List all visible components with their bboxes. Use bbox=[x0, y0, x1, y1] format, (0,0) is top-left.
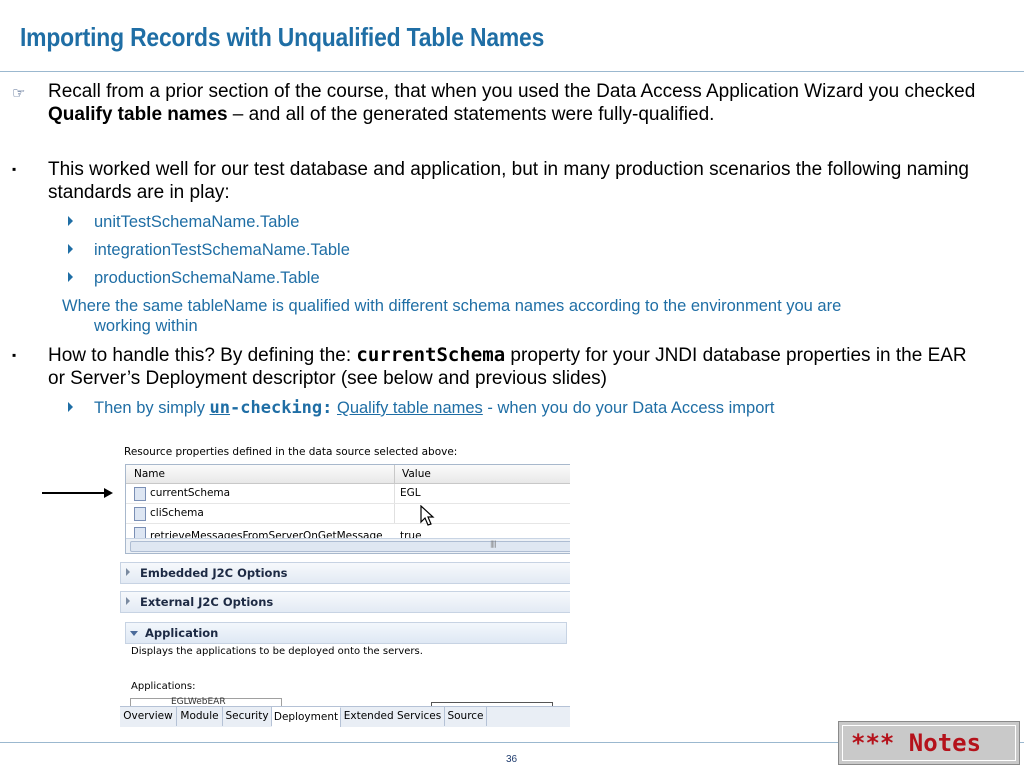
section-title: External J2C Options bbox=[140, 595, 274, 609]
chevron-down-icon bbox=[130, 631, 138, 636]
property-name: cliSchema bbox=[150, 507, 204, 519]
uncheck-pre: Then by simply bbox=[94, 399, 210, 417]
resource-properties-table: Name Value currentSchema EGL cliSchema r… bbox=[125, 464, 570, 554]
column-header-value[interactable]: Value bbox=[402, 468, 431, 480]
property-value: EGL bbox=[400, 487, 421, 499]
table-row[interactable]: currentSchema EGL bbox=[126, 484, 570, 504]
sub-bullet-unit: unitTestSchemaName.Table bbox=[68, 212, 300, 232]
section-external-j2c[interactable]: External J2C Options bbox=[120, 591, 570, 613]
tab-deployment[interactable]: Deployment bbox=[272, 707, 341, 727]
tab-overview[interactable]: Overview bbox=[120, 707, 177, 726]
tab-extended-services[interactable]: Extended Services bbox=[341, 707, 445, 726]
table-row[interactable]: cliSchema bbox=[126, 504, 570, 524]
sub-bullet-uncheck: Then by simply un-checking: Qualify tabl… bbox=[68, 398, 775, 418]
table-row[interactable]: retrieveMessagesFromServerOnGetMessage t… bbox=[126, 524, 570, 539]
property-name: currentSchema bbox=[150, 487, 231, 499]
notes-button[interactable]: *** Notes bbox=[838, 721, 1020, 765]
tab-security[interactable]: Security bbox=[223, 707, 272, 726]
bullet-how-to-text: How to handle this? By defining the: bbox=[48, 345, 357, 366]
sub-bullet-label: unitTestSchemaName.Table bbox=[94, 213, 300, 231]
qualify-table-names-link: Qualify table names bbox=[336, 399, 483, 417]
property-icon bbox=[134, 507, 146, 521]
tab-source[interactable]: Source bbox=[445, 707, 487, 726]
page-title: Importing Records with Unqualified Table… bbox=[20, 22, 545, 52]
bullet-recall-text: Recall from a prior section of the cours… bbox=[48, 81, 976, 102]
uncheck-un: un bbox=[209, 398, 231, 418]
horizontal-scrollbar[interactable]: |||| bbox=[126, 538, 570, 553]
uncheck-checking: -checking: bbox=[230, 398, 333, 418]
triangle-bullet-icon bbox=[68, 402, 73, 412]
schema-note-line1: Where the same tableName is qualified wi… bbox=[62, 297, 842, 315]
pointing-hand-icon: ☞ bbox=[12, 85, 26, 102]
applications-label: Applications: bbox=[131, 681, 196, 692]
table-header: Name Value bbox=[126, 465, 570, 484]
uncheck-post: - when you do your Data Access import bbox=[482, 399, 775, 417]
section-embedded-j2c[interactable]: Embedded J2C Options bbox=[120, 562, 570, 584]
bullet-production: ▪ This worked well for our test database… bbox=[12, 158, 988, 204]
bullet-production-text: This worked well for our test database a… bbox=[48, 159, 969, 203]
section-title: Application bbox=[145, 626, 219, 640]
page-number: 36 bbox=[506, 754, 518, 765]
bullet-recall-tail: – and all of the generated statements we… bbox=[227, 104, 715, 125]
current-schema-code: currentSchema bbox=[356, 344, 506, 366]
application-description: Displays the applications to be deployed… bbox=[131, 646, 423, 657]
editor-tabs: Overview Module Security Deployment Exte… bbox=[120, 706, 570, 727]
mouse-cursor-icon bbox=[420, 505, 435, 526]
sub-bullet-integration: integrationTestSchemaName.Table bbox=[68, 240, 350, 260]
bullet-how-to: ▪ How to handle this? By defining the: c… bbox=[12, 344, 988, 390]
bullet-recall-bold: Qualify table names bbox=[48, 104, 228, 125]
arrow-head-icon bbox=[104, 488, 113, 498]
sub-bullet-production: productionSchemaName.Table bbox=[68, 268, 320, 288]
triangle-bullet-icon bbox=[68, 244, 73, 254]
sub-bullet-label: productionSchemaName.Table bbox=[94, 269, 320, 287]
property-icon bbox=[134, 487, 146, 501]
section-application[interactable]: Application bbox=[125, 622, 567, 644]
schema-note-line2: working within bbox=[94, 317, 198, 335]
sub-bullet-label: integrationTestSchemaName.Table bbox=[94, 241, 350, 259]
square-bullet-icon: ▪ bbox=[12, 162, 17, 176]
chevron-right-icon bbox=[126, 597, 130, 605]
scrollbar-thumb[interactable] bbox=[130, 541, 570, 552]
triangle-bullet-icon bbox=[68, 216, 73, 226]
deployment-descriptor-screenshot: Resource properties defined in the data … bbox=[120, 436, 570, 727]
section-title: Embedded J2C Options bbox=[140, 566, 288, 580]
pointer-arrow-shaft bbox=[42, 492, 108, 494]
title-divider bbox=[0, 71, 1024, 72]
notes-button-label: *** Notes bbox=[851, 729, 982, 757]
grip-icon: |||| bbox=[490, 540, 497, 548]
triangle-bullet-icon bbox=[68, 272, 73, 282]
chevron-right-icon bbox=[126, 568, 130, 576]
schema-note: Where the same tableName is qualified wi… bbox=[62, 296, 1012, 336]
tab-module[interactable]: Module bbox=[177, 707, 223, 726]
bullet-recall: ☞ Recall from a prior section of the cou… bbox=[12, 80, 988, 126]
resource-properties-header: Resource properties defined in the data … bbox=[124, 446, 458, 458]
column-header-name[interactable]: Name bbox=[134, 468, 165, 480]
square-bullet-icon: ▪ bbox=[12, 348, 17, 362]
